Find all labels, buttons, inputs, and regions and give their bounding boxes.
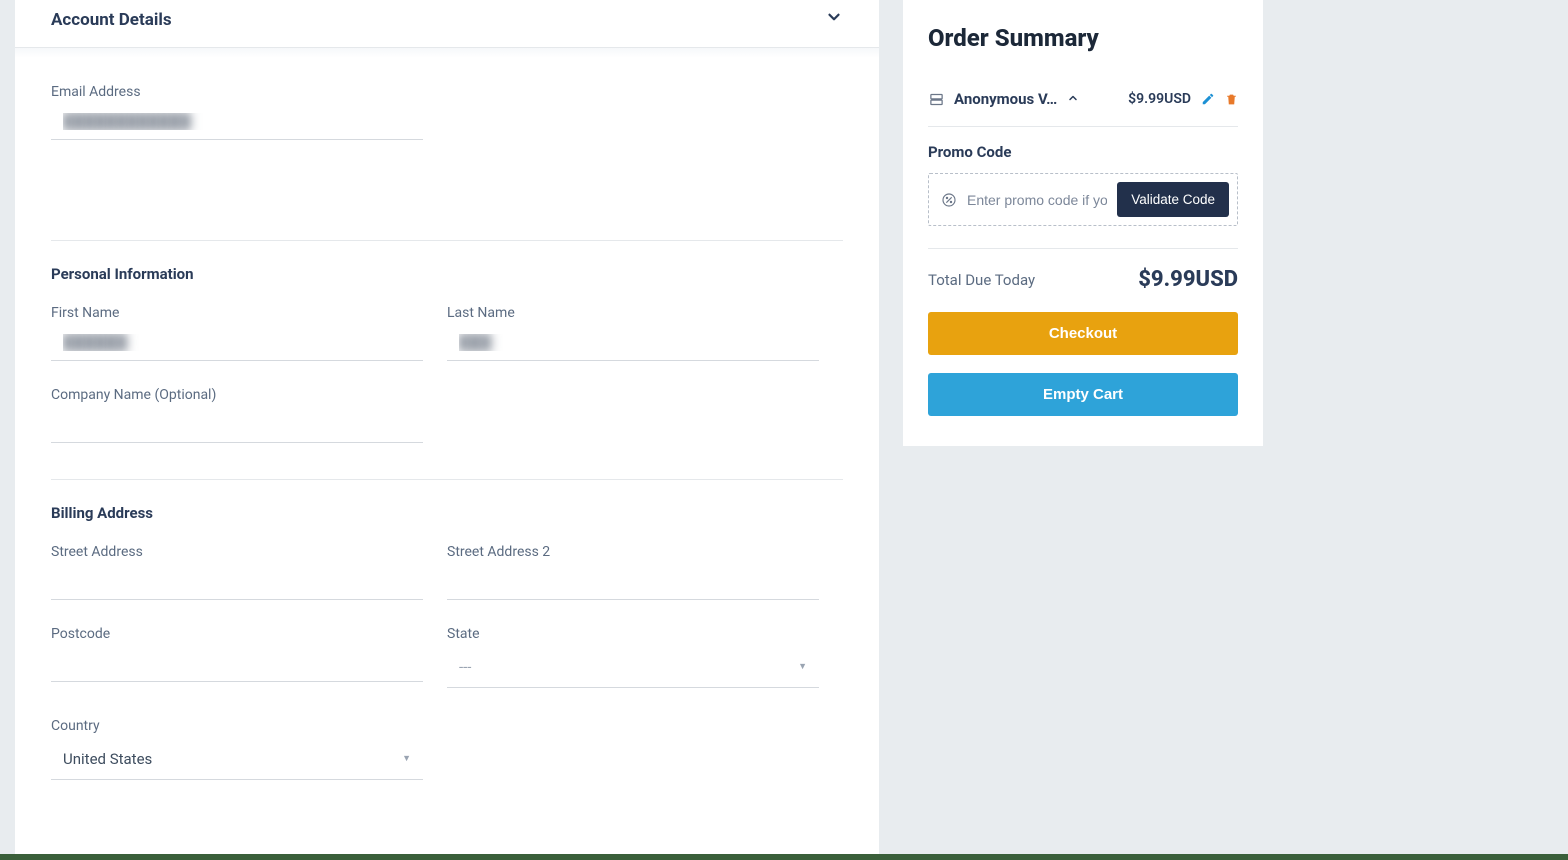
company-label: Company Name (Optional) <box>51 387 843 403</box>
discount-icon <box>941 192 957 208</box>
first-name-label: First Name <box>51 305 447 321</box>
postcode-label: Postcode <box>51 626 447 642</box>
checkout-button[interactable]: Checkout <box>928 312 1238 355</box>
first-name-field[interactable] <box>51 325 423 361</box>
trash-icon[interactable] <box>1225 93 1238 106</box>
street2-field[interactable] <box>447 564 819 600</box>
street-label: Street Address <box>51 544 447 560</box>
state-select[interactable]: --- ▼ <box>447 646 819 688</box>
promo-code-input[interactable] <box>967 192 1107 208</box>
edit-icon[interactable] <box>1201 92 1215 106</box>
email-field[interactable] <box>51 104 423 140</box>
postcode-field[interactable] <box>51 646 423 682</box>
empty-cart-button[interactable]: Empty Cart <box>928 373 1238 416</box>
server-icon <box>928 91 944 107</box>
company-field[interactable] <box>51 407 423 443</box>
promo-code-box: Validate Code <box>928 173 1238 226</box>
account-details-title: Account Details <box>51 10 172 30</box>
total-due-amount: $9.99USD <box>1138 267 1238 292</box>
chevron-up-icon[interactable] <box>1067 92 1079 107</box>
promo-code-title: Promo Code <box>928 143 1238 161</box>
order-summary-title: Order Summary <box>928 24 1238 52</box>
order-summary-panel: Order Summary Anonymous V… $9.99USD Prom… <box>903 0 1263 446</box>
state-label: State <box>447 626 843 642</box>
country-select[interactable]: United States ▼ <box>51 738 423 780</box>
last-name-label: Last Name <box>447 305 843 321</box>
total-due-label: Total Due Today <box>928 271 1035 289</box>
checkout-form-panel: Account Details Email Address Personal I… <box>15 0 879 860</box>
street-field[interactable] <box>51 564 423 600</box>
account-details-header[interactable]: Account Details <box>15 0 879 48</box>
caret-down-icon: ▼ <box>798 661 807 672</box>
street2-label: Street Address 2 <box>447 544 843 560</box>
country-value: United States <box>63 750 152 768</box>
billing-address-title: Billing Address <box>51 504 843 522</box>
last-name-field[interactable] <box>447 325 819 361</box>
email-label: Email Address <box>51 84 843 100</box>
caret-down-icon: ▼ <box>402 753 411 764</box>
state-value: --- <box>459 658 471 676</box>
validate-code-button[interactable]: Validate Code <box>1117 182 1229 217</box>
chevron-down-icon <box>825 8 843 31</box>
cart-item-price: $9.99USD <box>1128 91 1191 107</box>
country-label: Country <box>51 718 447 734</box>
cart-item: Anonymous V… $9.99USD <box>928 90 1238 127</box>
personal-info-title: Personal Information <box>51 265 843 283</box>
bottom-accent-bar <box>0 854 1568 860</box>
cart-item-name: Anonymous V… <box>954 90 1057 108</box>
